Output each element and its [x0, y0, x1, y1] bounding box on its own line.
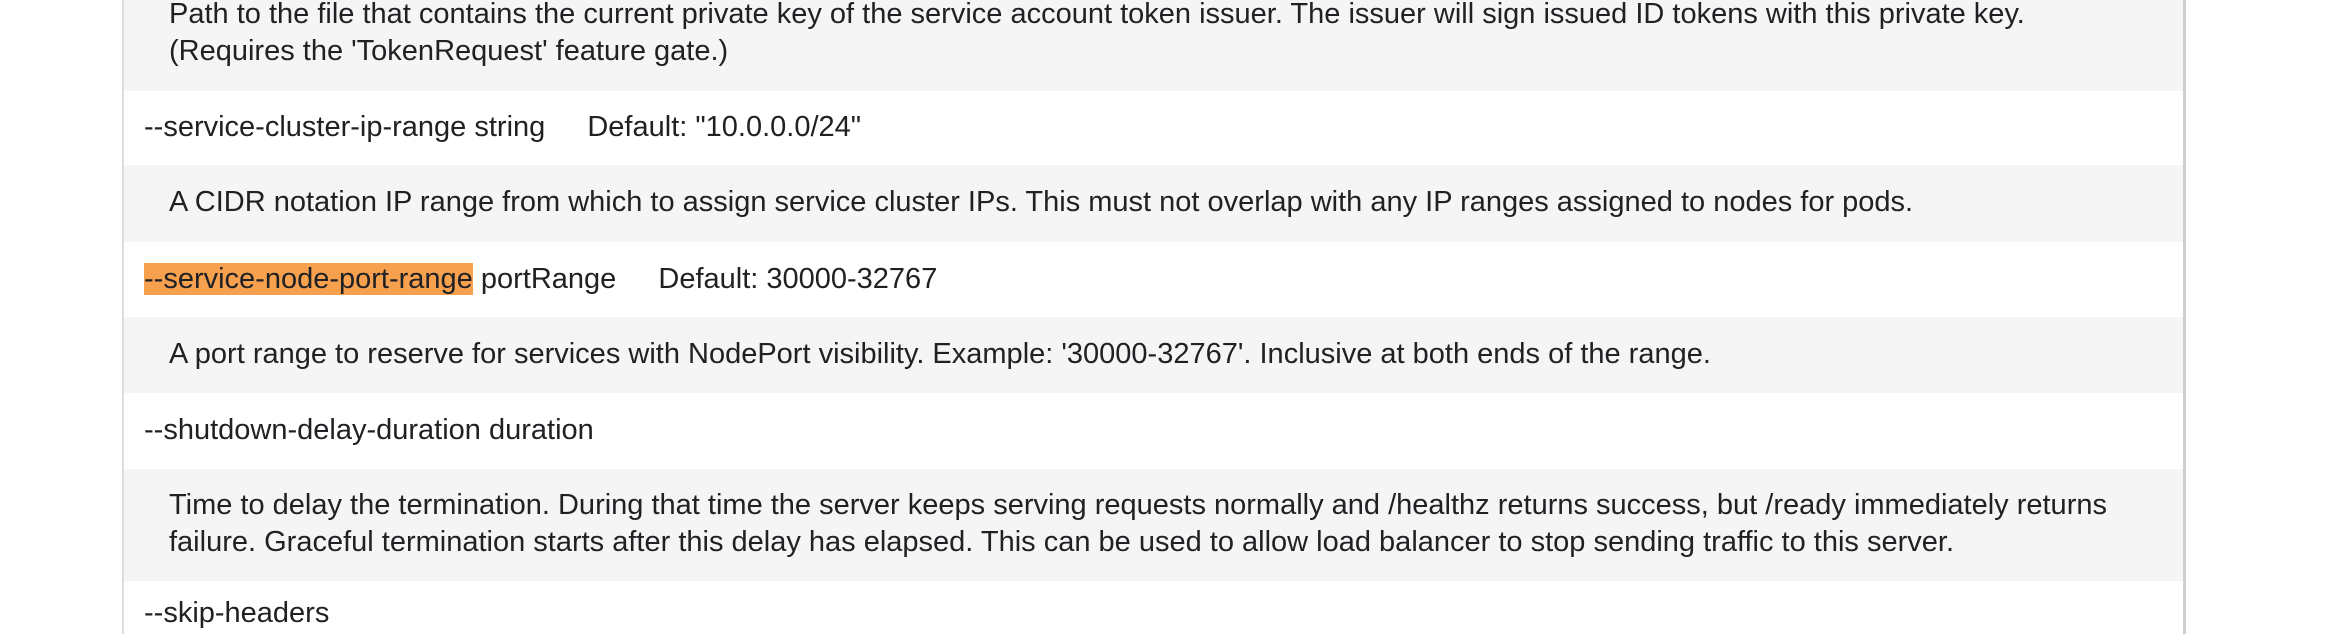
description-line: Path to the file that contains the curre… [169, 0, 2025, 30]
description-line: failure. Graceful termination starts aft… [169, 526, 1955, 558]
flag-row: --skip-headers [124, 581, 2183, 634]
description-line: A CIDR notation IP range from which to a… [169, 186, 1914, 218]
flags-table: Path to the file that contains the curre… [122, 0, 2186, 634]
flag-description-row: A CIDR notation IP range from which to a… [124, 165, 2183, 242]
flag-name-highlighted: --service-node-port-range [144, 263, 473, 295]
description-line: Time to delay the termination. During th… [169, 489, 2107, 521]
flag-type: string [474, 111, 546, 143]
flag-type: portRange [480, 263, 617, 295]
documentation-page: Path to the file that contains the curre… [0, 0, 2338, 634]
flag-default: Default: 30000-32767 [658, 263, 938, 295]
flag-row: --service-node-port-range portRange Defa… [124, 242, 2183, 317]
flag-row: --service-cluster-ip-range string Defaul… [124, 91, 2183, 165]
flag-name: --shutdown-delay-duration [144, 414, 481, 446]
description-line: A port range to reserve for services wit… [169, 338, 1711, 370]
flag-name: --skip-headers [144, 597, 330, 629]
flag-row: --shutdown-delay-duration duration [124, 393, 2183, 469]
flag-type: duration [488, 414, 594, 446]
flag-default: Default: "10.0.0.0/24" [587, 111, 862, 143]
description-line: (Requires the 'TokenRequest' feature gat… [169, 35, 729, 67]
flag-description-row: A port range to reserve for services wit… [124, 317, 2183, 393]
flag-description-row: Time to delay the termination. During th… [124, 469, 2183, 581]
flag-description-row: Path to the file that contains the curre… [124, 0, 2183, 91]
flag-name: --service-cluster-ip-range [144, 111, 467, 143]
